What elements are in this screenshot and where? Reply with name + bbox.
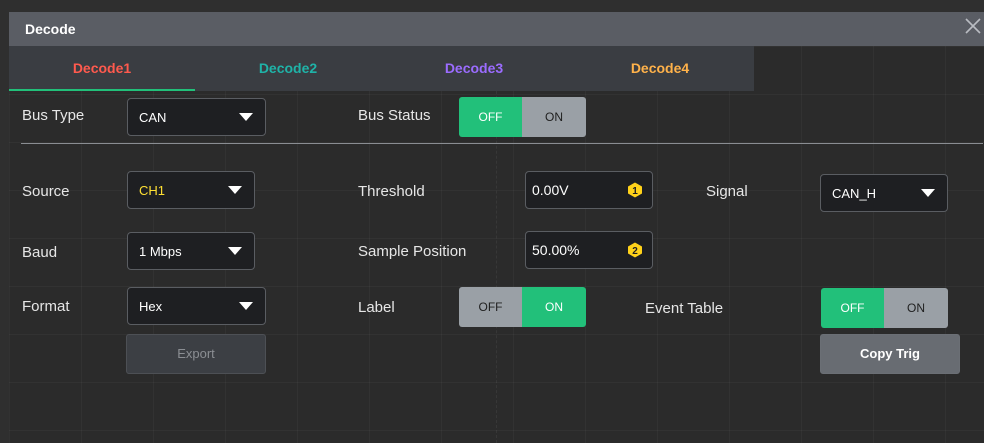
tab-decode4[interactable]: Decode4 <box>567 46 753 91</box>
tab-decode1[interactable]: Decode1 <box>9 46 195 91</box>
copy-trig-button[interactable]: Copy Trig <box>820 334 960 374</box>
label-label: Label <box>358 299 395 316</box>
sample-position-label: Sample Position <box>358 243 467 260</box>
threshold-input[interactable]: 0.00V 1 <box>525 171 653 209</box>
tab-label: Decode2 <box>258 60 318 76</box>
close-icon[interactable] <box>962 17 984 41</box>
bus-status-label: Bus Status <box>358 107 431 124</box>
format-value: Hex <box>139 299 163 314</box>
signal-value: CAN_H <box>832 186 877 201</box>
bus-status-on-option[interactable]: ON <box>522 97 586 137</box>
window-titlebar: Decode <box>9 12 984 46</box>
bus-type-dropdown[interactable]: CAN <box>127 98 266 136</box>
svg-text:2: 2 <box>632 246 638 257</box>
source-value: CH1 <box>139 183 166 198</box>
window-title: Decode <box>25 21 76 37</box>
format-dropdown[interactable]: Hex <box>127 287 266 325</box>
bus-status-off-option[interactable]: OFF <box>459 97 522 137</box>
tab-decode3[interactable]: Decode3 <box>381 46 567 91</box>
event-table-toggle[interactable]: OFF ON <box>821 288 948 328</box>
event-table-on-option[interactable]: ON <box>884 288 948 328</box>
label-toggle[interactable]: OFF ON <box>459 287 586 327</box>
decode-tabs: Decode1 Decode2 Decode3 Decode4 <box>9 46 754 91</box>
event-table-off-option[interactable]: OFF <box>821 288 884 328</box>
baud-dropdown[interactable]: 1 Mbps <box>127 232 255 270</box>
chevron-down-icon <box>921 189 935 197</box>
sample-position-value: 50.00% <box>532 242 580 258</box>
bus-type-value: CAN <box>139 110 167 125</box>
threshold-value: 0.00V <box>532 182 569 198</box>
baud-value: 1 Mbps <box>139 244 182 259</box>
tab-label: Decode3 <box>444 60 504 76</box>
decode-panel: Decode1 Decode2 Decode3 Decode4 Bus Type… <box>9 46 984 443</box>
bus-type-label: Bus Type <box>22 107 85 124</box>
tab-label: Decode1 <box>72 60 132 76</box>
source-dropdown[interactable]: CH1 <box>127 171 255 209</box>
threshold-label: Threshold <box>358 183 425 200</box>
sample-position-input[interactable]: 50.00% 2 <box>525 231 653 269</box>
bus-status-toggle[interactable]: OFF ON <box>459 97 586 137</box>
format-label: Format <box>22 298 70 315</box>
active-tab-underline <box>9 89 195 91</box>
signal-dropdown[interactable]: CAN_H <box>820 174 948 212</box>
chevron-down-icon <box>228 247 242 255</box>
chevron-down-icon <box>239 302 253 310</box>
label-off-option[interactable]: OFF <box>459 287 522 327</box>
badge-2-icon: 2 <box>628 242 642 258</box>
signal-label: Signal <box>706 183 748 200</box>
chevron-down-icon <box>228 186 242 194</box>
badge-1-icon: 1 <box>628 182 642 198</box>
event-table-label: Event Table <box>645 300 724 317</box>
label-on-option[interactable]: ON <box>522 287 586 327</box>
source-label: Source <box>22 183 70 200</box>
tab-label: Decode4 <box>630 60 690 76</box>
section-divider <box>21 143 983 144</box>
tab-decode2[interactable]: Decode2 <box>195 46 381 91</box>
export-button[interactable]: Export <box>126 334 266 374</box>
svg-text:1: 1 <box>632 186 638 197</box>
chevron-down-icon <box>239 113 253 121</box>
baud-label: Baud <box>22 244 58 261</box>
